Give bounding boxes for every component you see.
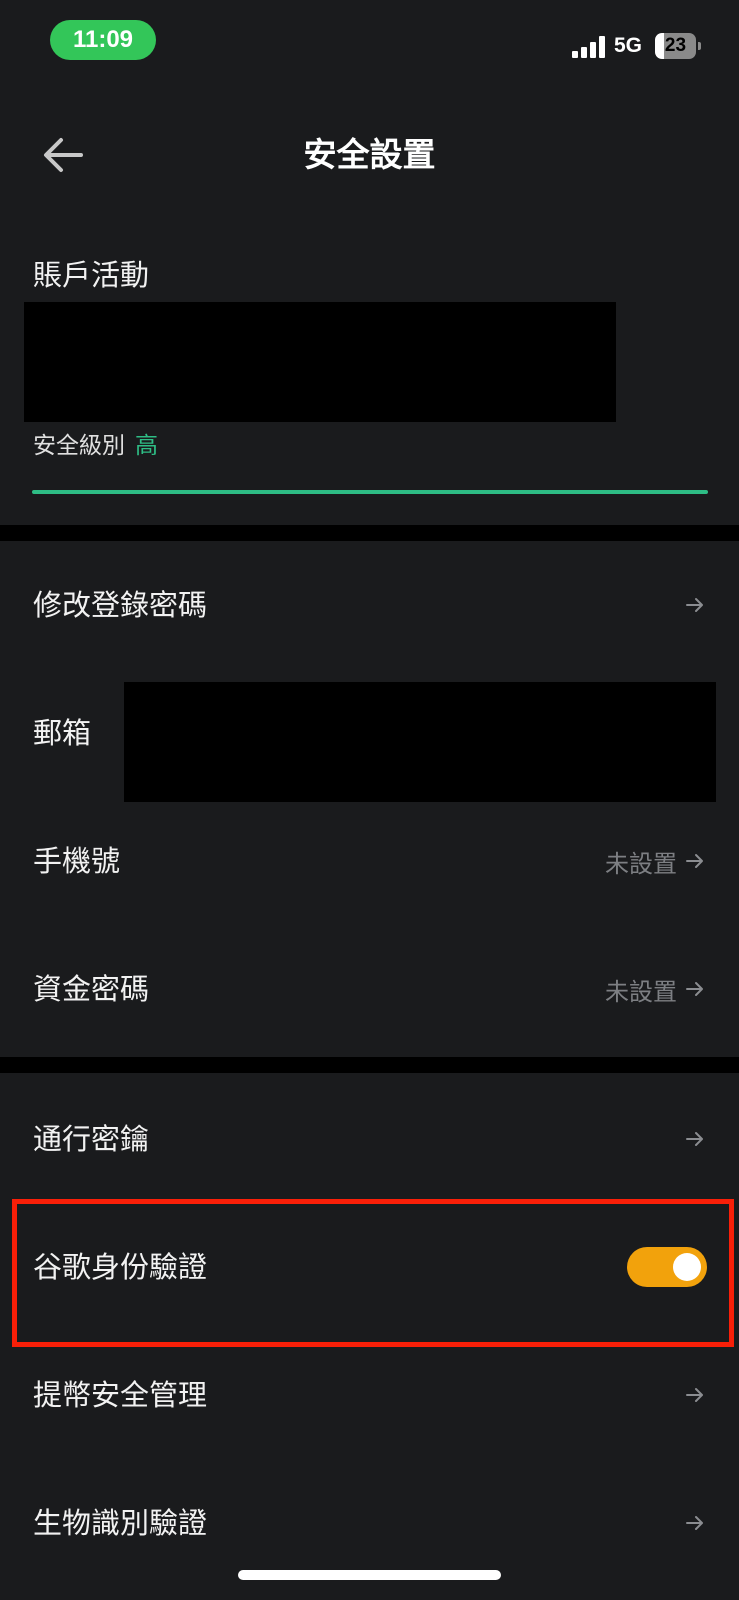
status-time: 11:09: [50, 20, 156, 60]
account-activity-title: 賬戶活動: [33, 258, 150, 292]
toggle-knob: [673, 1253, 701, 1281]
row-label: 生物識別驗證: [33, 1506, 208, 1540]
section-divider: [0, 525, 739, 541]
row-google-authenticator[interactable]: 谷歌身份驗證: [0, 1203, 739, 1331]
row-status: 未設置: [605, 977, 677, 1006]
arrow-right-icon: [686, 598, 703, 612]
row-phone-number[interactable]: 手機號 未設置: [0, 797, 739, 925]
row-label: 通行密鑰: [33, 1122, 150, 1156]
cellular-signal-icon: [572, 36, 606, 58]
nav-header: 安全設置: [0, 110, 739, 200]
security-level-value: 高: [135, 433, 158, 459]
back-button[interactable]: [36, 130, 90, 180]
battery-percent: 23: [664, 35, 687, 56]
account-activity-section: 賬戶活動 安全級別高: [0, 220, 739, 525]
row-change-login-password[interactable]: 修改登錄密碼: [0, 541, 739, 669]
row-biometric-verification[interactable]: 生物識別驗證: [0, 1459, 739, 1587]
row-status: 未設置: [605, 849, 677, 878]
security-level-label: 安全級別: [33, 433, 125, 459]
row-withdrawal-security[interactable]: 提幣安全管理: [0, 1331, 739, 1459]
row-label: 郵箱: [33, 716, 92, 750]
status-bar: 11:09 5G 23: [0, 0, 739, 88]
row-label: 手機號: [33, 844, 121, 878]
network-type: 5G: [614, 34, 643, 57]
row-label: 資金密碼: [33, 972, 150, 1006]
security-settings-screen: 11:09 5G 23 安全設置 賬戶活動 安全級別高 修改登錄密碼 郵箱 手機…: [0, 0, 739, 1600]
row-label: 修改登錄密碼: [33, 588, 208, 622]
row-passkeys[interactable]: 通行密鑰: [0, 1075, 739, 1203]
row-fund-password[interactable]: 資金密碼 未設置: [0, 925, 739, 1053]
arrow-right-icon: [686, 1516, 703, 1530]
arrow-right-icon: [686, 982, 703, 996]
home-indicator[interactable]: [238, 1570, 501, 1580]
google-auth-toggle[interactable]: [627, 1247, 707, 1287]
row-label: 提幣安全管理: [33, 1378, 208, 1412]
arrow-right-icon: [686, 854, 703, 868]
security-level: 安全級別高: [33, 426, 158, 460]
arrow-right-icon: [686, 1132, 703, 1146]
row-label: 谷歌身份驗證: [33, 1250, 208, 1284]
redacted-block: [24, 302, 616, 422]
battery-icon: 23: [655, 33, 701, 59]
page-title: 安全設置: [303, 135, 436, 174]
section-divider: [0, 1057, 739, 1073]
arrow-left-icon: [44, 138, 83, 172]
security-level-bar: [32, 490, 708, 494]
redacted-email: [124, 682, 716, 802]
arrow-right-icon: [686, 1388, 703, 1402]
